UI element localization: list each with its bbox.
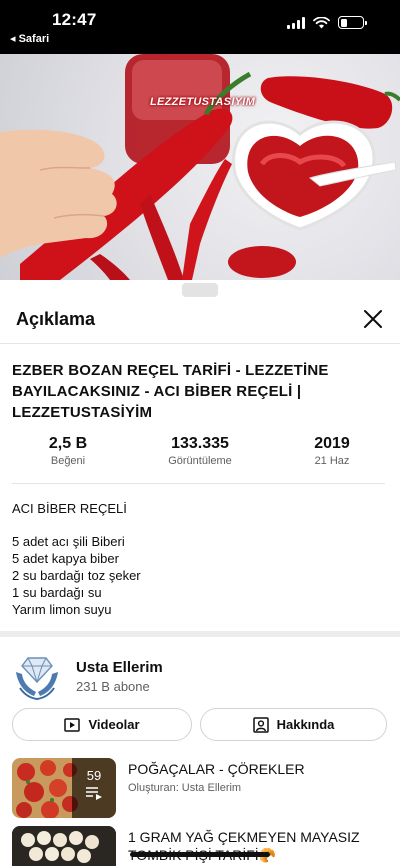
close-icon[interactable] [360,306,386,332]
views-label: Görüntüleme [168,455,232,467]
description-panel: Açıklama EZBER BOZAN REÇEL TARİFİ - LEZZ… [0,280,400,866]
home-indicator[interactable] [130,852,270,857]
drag-handle[interactable] [182,283,218,297]
video-title: EZBER BOZAN REÇEL TARİFİ - LEZZETİNE BAY… [12,362,329,421]
description-line: Yarım limon suyu [12,602,112,617]
description-line: 5 adet acı şili Biberi [12,534,125,549]
playlist-icon [86,787,102,800]
playlist-title: 1 GRAM YAĞ ÇEKMEYEN MAYASIZ TOMBİK PİŞİ … [128,829,360,863]
about-button[interactable]: Hakkında [200,708,387,741]
back-to-safari-link[interactable]: ◂ Safari [10,32,49,45]
cellular-signal-icon [287,16,305,29]
status-bar: 12:47 ◂ Safari [0,0,400,54]
person-card-icon [252,716,269,733]
stat-views: 133.335 Görüntüleme [150,435,250,467]
description-line: 2 su bardağı toz şeker [12,568,141,583]
videos-button[interactable]: Videolar [12,708,192,741]
chili-jam-food-image [0,54,400,280]
description-line: 5 adet kapya biber [12,551,119,566]
date-label: 21 Haz [314,455,350,467]
subscriber-count: 231 B abone [76,679,150,694]
views-value: 133.335 [171,435,229,452]
video-watermark: LEZZETUSTASIYIM [150,96,256,108]
description-line: 1 su bardağı su [12,585,102,600]
videos-button-label: Videolar [88,717,140,732]
stat-date: 2019 21 Haz [292,435,372,467]
playlist-count-overlay: 59 [72,758,116,818]
description-heading: ACI BİBER REÇELİ [12,501,127,516]
status-icons [287,16,367,29]
pisi-dough-thumbnail-image [12,826,116,866]
likes-value: 2,5 B [48,435,88,452]
video-stats: 2,5 B Beğeni 133.335 Görüntüleme 2019 21… [0,435,400,475]
wifi-icon [313,16,330,28]
playlist-thumbnail: 59 [12,758,116,818]
playlist-video-count: 59 [86,768,102,783]
stat-likes: 2,5 B Beğeni [28,435,108,467]
battery-icon [338,16,367,29]
year-value: 2019 [314,435,350,452]
likes-label: Beğeni [50,455,86,467]
video-play-icon [64,717,81,732]
video-player[interactable]: LEZZETUSTASIYIM [0,54,400,280]
channel-name[interactable]: Usta Ellerim [76,659,163,676]
panel-header: Açıklama [0,298,400,344]
battery-level [340,18,347,27]
divider [12,483,385,484]
playlist-author: Oluşturan: Usta Ellerim [128,782,242,794]
playlist-thumbnail [12,826,116,866]
panel-title: Açıklama [16,309,96,329]
description-body: 5 adet acı şili Biberi 5 adet kapya bibe… [12,533,141,618]
playlist-title: POĞAÇALAR - ÇÖREKLER [128,761,305,777]
playlist-item[interactable]: 59 POĞAÇALAR - ÇÖREKLER Oluşturan: Usta … [0,758,400,820]
section-separator [0,631,400,637]
about-button-label: Hakkında [276,717,335,732]
channel-logo-diamond-hands-icon[interactable] [14,652,60,700]
playlist-item[interactable]: 1 GRAM YAĞ ÇEKMEYEN MAYASIZ TOMBİK PİŞİ … [0,826,400,866]
status-time: 12:47 [52,10,97,29]
